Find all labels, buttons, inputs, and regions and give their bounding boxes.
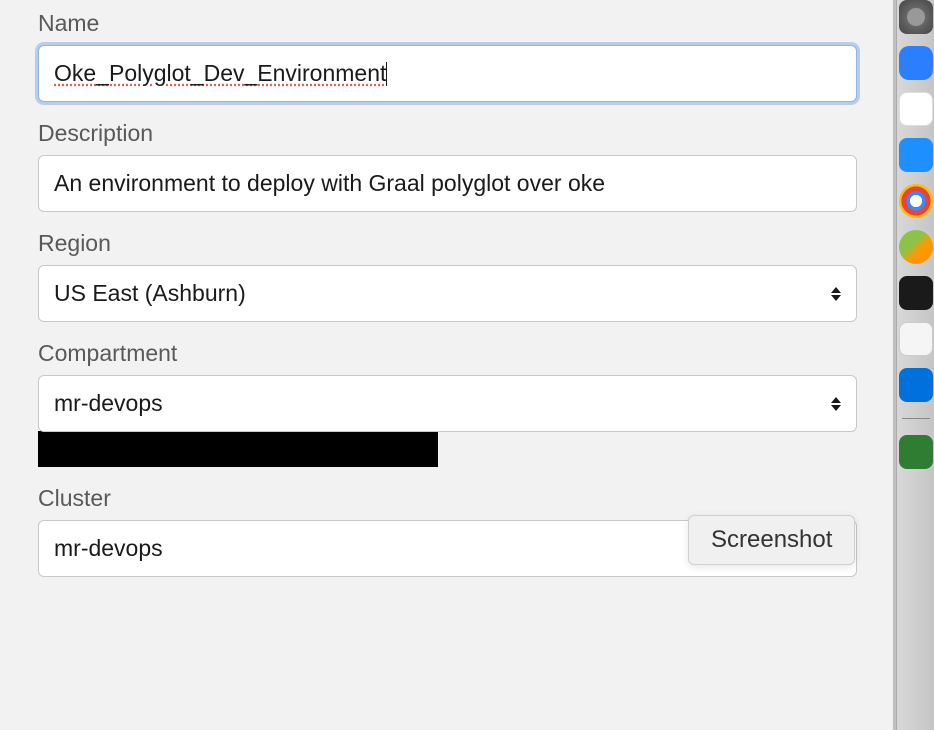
region-label: Region [38,230,857,257]
macos-dock [896,0,934,730]
compartment-label: Compartment [38,340,857,367]
compartment-field-group: Compartment mr-devops [38,340,857,432]
compartment-select[interactable]: mr-devops [38,375,857,432]
name-input[interactable]: Oke_Polyglot_Dev_Environment [38,45,857,102]
description-field-group: Description An environment to deploy wit… [38,120,857,212]
app-icon[interactable] [899,322,933,356]
region-select[interactable]: US East (Ashburn) [38,265,857,322]
system-preferences-icon[interactable] [899,0,933,34]
description-label: Description [38,120,857,147]
app-icon[interactable] [899,368,933,402]
app-icon[interactable] [899,92,933,126]
app-icon[interactable] [899,230,933,264]
terminal-icon[interactable] [899,276,933,310]
name-label: Name [38,10,857,37]
compartment-select-wrapper: mr-devops [38,375,857,432]
region-field-group: Region US East (Ashburn) [38,230,857,322]
region-select-wrapper: US East (Ashburn) [38,265,857,322]
app-icon[interactable] [899,46,933,80]
screenshot-tooltip: Screenshot [688,515,855,565]
app-icon[interactable] [899,138,933,172]
name-field-group: Name Oke_Polyglot_Dev_Environment [38,10,857,102]
dock-divider [902,418,930,419]
text-cursor [386,62,387,86]
chrome-icon[interactable] [899,184,933,218]
description-input[interactable]: An environment to deploy with Graal poly… [38,155,857,212]
name-input-wrapper: Oke_Polyglot_Dev_Environment [38,45,857,102]
redacted-content [38,431,438,467]
excel-icon[interactable] [899,435,933,469]
cluster-label: Cluster [38,485,857,512]
